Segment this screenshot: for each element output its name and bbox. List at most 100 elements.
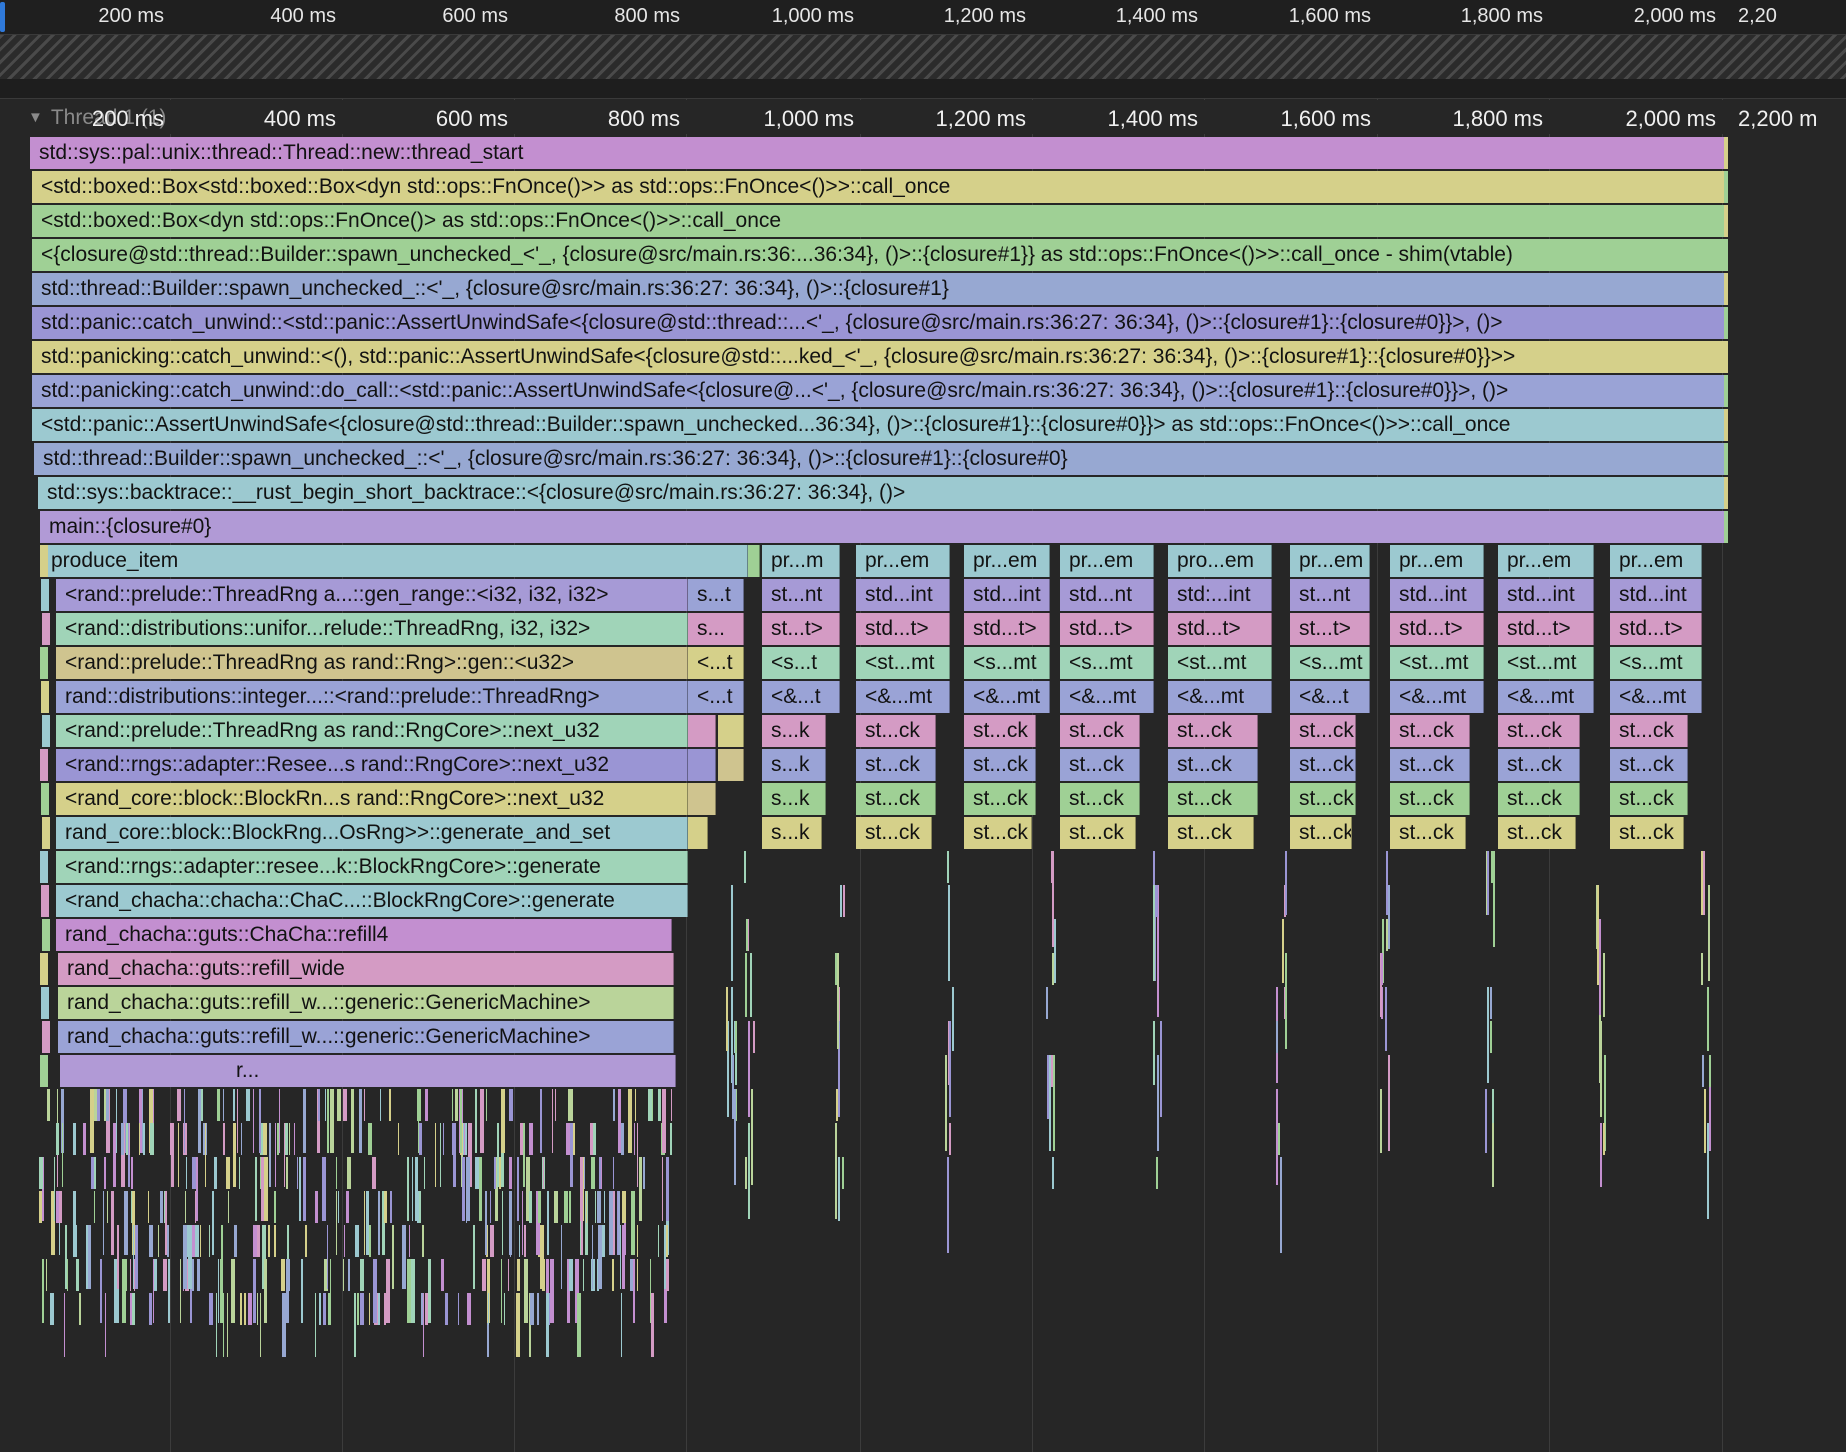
flame-frame[interactable]: st...ck [1060,715,1140,747]
flame-frame[interactable] [688,817,708,849]
flame-frame[interactable]: st...ck [856,783,936,815]
flame-frame[interactable]: std::panic::catch_unwind::<std::panic::A… [32,307,1726,339]
flame-frame[interactable]: pr...em [964,545,1050,577]
flame-frame[interactable]: st...ck [964,749,1036,781]
flame-frame[interactable]: s...t [688,579,744,611]
flame-frame[interactable]: st...ck [1168,783,1258,815]
flame-frame[interactable]: st...nt [762,579,840,611]
flame-frame[interactable]: s...k [762,817,822,849]
flame-frame[interactable]: pro...em [1168,545,1272,577]
flame-frame[interactable]: std...t> [964,613,1050,645]
flame-frame[interactable]: std...int [856,579,950,611]
flame-frame[interactable]: st...ck [964,715,1036,747]
flame-frame[interactable]: rand_chacha::guts::refill_w...::generic:… [58,1021,674,1053]
flame-frame[interactable]: <st...mt [1168,647,1272,679]
flame-frame[interactable]: st...t> [1290,613,1370,645]
flame-frame[interactable]: pr...em [1290,545,1370,577]
flame-frame[interactable]: <s...mt [1290,647,1370,679]
flame-frame[interactable]: pr...em [1390,545,1484,577]
flame-frame[interactable] [688,783,716,815]
flame-frame[interactable]: rand::distributions::integer...::<rand::… [56,681,688,713]
flame-frame[interactable]: std...int [964,579,1050,611]
flame-frame[interactable]: <&...mt [1390,681,1484,713]
flame-frame[interactable]: std::sys::backtrace::__rust_begin_short_… [38,477,1726,509]
flame-frame[interactable]: <...t [688,681,744,713]
flame-frame[interactable]: pr...em [1610,545,1702,577]
flame-frame[interactable]: st...ck [1610,817,1684,849]
flame-frame[interactable] [718,749,744,781]
flame-frame[interactable]: <rand::prelude::ThreadRng as rand::RngCo… [56,715,688,747]
flame-frame[interactable]: st...ck [1290,783,1356,815]
flame-frame[interactable]: std::thread::Builder::spawn_unchecked_::… [32,273,1726,305]
flame-frame[interactable]: st...ck [1390,715,1470,747]
flame-frame[interactable]: std::sys::pal::unix::thread::Thread::new… [30,137,1726,169]
flame-frame[interactable]: <st...mt [856,647,950,679]
flame-frame[interactable] [688,749,716,781]
flame-frame[interactable] [688,715,716,747]
flame-frame[interactable]: st...ck [856,749,936,781]
flame-frame[interactable]: s...k [762,749,826,781]
flame-frame[interactable]: st...ck [1290,817,1352,849]
flame-frame[interactable]: st...ck [856,715,936,747]
flame-frame[interactable]: rand_chacha::guts::ChaCha::refill4 [56,919,672,951]
flame-frame[interactable]: <rand_core::block::BlockRn...s rand::Rng… [56,783,688,815]
flame-frame[interactable]: st...ck [1168,817,1254,849]
flame-frame[interactable]: <s...mt [1060,647,1154,679]
flame-frame[interactable]: <&...t [1290,681,1370,713]
flame-frame[interactable]: std...t> [1060,613,1154,645]
flame-frame[interactable]: <&...mt [964,681,1050,713]
flame-frame[interactable]: <s...mt [964,647,1050,679]
flame-frame[interactable]: std...t> [1390,613,1484,645]
flame-frame[interactable]: std::panicking::catch_unwind::<(), std::… [32,341,1726,373]
flame-frame[interactable]: <s...t [762,647,840,679]
flame-frame[interactable]: st...ck [964,817,1032,849]
flame-frame[interactable] [718,715,744,747]
flame-frame[interactable]: s... [688,613,744,645]
flame-frame[interactable]: st...ck [1610,715,1688,747]
flame-frame[interactable]: <rand::rngs::adapter::resee...k::BlockRn… [56,851,688,883]
flame-frame[interactable]: st...ck [1390,749,1470,781]
flame-frame[interactable]: <st...mt [1498,647,1594,679]
flame-frame[interactable]: st...ck [1290,749,1356,781]
flame-frame[interactable]: rand_chacha::guts::refill_w...::generic:… [58,987,674,1019]
flame-frame[interactable]: std...t> [1498,613,1594,645]
flame-frame[interactable]: st...ck [1060,749,1140,781]
flame-frame[interactable]: pr...em [856,545,950,577]
flame-frame[interactable]: st...ck [1498,783,1580,815]
flame-frame[interactable]: <rand::prelude::ThreadRng a...::gen_rang… [56,579,688,611]
flame-frame[interactable]: pr...m [762,545,840,577]
flame-frame[interactable]: std::panicking::catch_unwind::do_call::<… [32,375,1726,407]
flame-frame[interactable]: s...k [762,715,826,747]
flame-frame[interactable]: <&...mt [1060,681,1154,713]
flame-frame[interactable]: st...ck [856,817,932,849]
flame-frame[interactable]: rand_chacha::guts::refill_wide [58,953,674,985]
flame-frame[interactable]: <&...mt [856,681,950,713]
flame-frame[interactable]: <st...mt [1390,647,1484,679]
flame-frame[interactable]: <&...mt [1610,681,1702,713]
flame-frame[interactable]: st...ck [1498,749,1580,781]
flame-frame[interactable]: main::{closure#0} [40,511,1726,543]
flame-frame[interactable]: st...ck [1390,783,1470,815]
flame-frame[interactable]: st...nt [1290,579,1370,611]
flame-frame[interactable]: pr...em [1060,545,1154,577]
flame-frame[interactable]: <std::panic::AssertUnwindSafe<{closure@s… [32,409,1726,441]
flame-frame[interactable]: st...t> [762,613,840,645]
flame-frame[interactable]: st...ck [1498,715,1580,747]
flame-frame[interactable]: st...ck [1168,715,1258,747]
flame-frame[interactable]: st...ck [1498,817,1576,849]
flame-frame[interactable]: st...ck [1610,749,1688,781]
flame-frame[interactable]: <&...t [762,681,840,713]
flame-frame[interactable]: st...ck [1168,749,1258,781]
flame-frame[interactable]: std...t> [856,613,950,645]
flame-frame[interactable]: pr...em [1498,545,1594,577]
flame-frame[interactable]: <rand_chacha::chacha::ChaC...::BlockRngC… [56,885,688,917]
flame-frame[interactable]: <std::boxed::Box<std::boxed::Box<dyn std… [32,171,1726,203]
flame-frame[interactable]: st...ck [1610,783,1688,815]
flame-frame[interactable]: st...ck [1390,817,1466,849]
flame-frame[interactable]: std...t> [1168,613,1272,645]
flame-frame[interactable]: produce_item [42,545,748,577]
flame-frame[interactable]: st...ck [1060,783,1140,815]
flame-graph[interactable]: std::sys::pal::unix::thread::Thread::new… [0,0,1846,1452]
flame-frame[interactable]: st...ck [964,783,1036,815]
flame-frame[interactable]: <{closure@std::thread::Builder::spawn_un… [32,239,1726,271]
